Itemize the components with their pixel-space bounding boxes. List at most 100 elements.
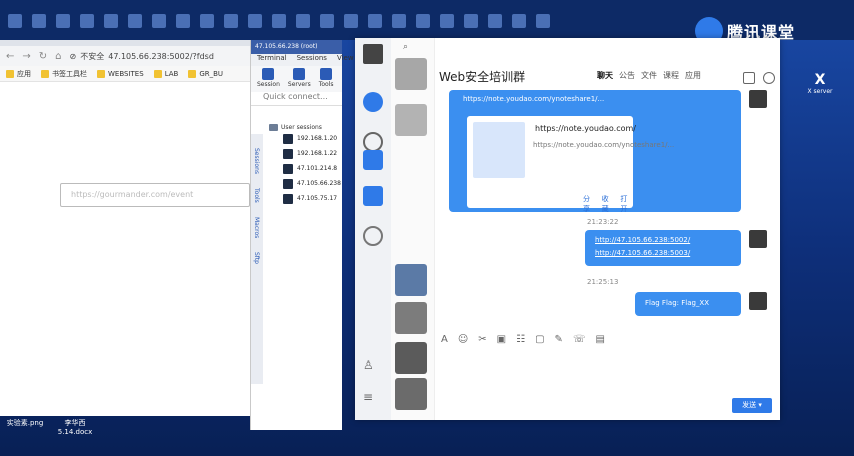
side-tab-macros[interactable]: Macros <box>253 217 260 238</box>
taskbar-icon[interactable] <box>416 14 430 28</box>
taskbar-icon[interactable] <box>296 14 310 28</box>
taskbar-icon[interactable] <box>392 14 406 28</box>
contacts-icon[interactable] <box>363 150 383 170</box>
home-icon[interactable]: ⌂ <box>55 51 61 62</box>
taskbar-icon[interactable] <box>104 14 118 28</box>
tools-button[interactable]: Tools <box>319 68 334 90</box>
page-url-input[interactable]: https://gourmander.com/event <box>60 183 250 207</box>
taskbar-icon[interactable] <box>512 14 526 28</box>
side-tab-tools[interactable]: Tools <box>253 188 260 203</box>
tab-courses[interactable]: 课程 <box>663 70 679 81</box>
add-contact-icon[interactable]: ♙ <box>363 358 383 378</box>
taskbar-icon[interactable] <box>152 14 166 28</box>
message-link[interactable]: https://note.youdao.com/ynoteshare1/... <box>463 94 733 104</box>
bookmark-apps[interactable]: 应用 <box>6 69 31 79</box>
taskbar-icon[interactable] <box>32 14 46 28</box>
search-icon[interactable]: ⌕ <box>403 42 408 52</box>
message-link[interactable]: http://47.105.66.238:5003/ <box>595 247 731 260</box>
sender-avatar[interactable] <box>749 90 767 108</box>
file-icon[interactable]: ☷ <box>516 334 525 345</box>
conversation-item[interactable] <box>395 302 427 334</box>
bookmark-toolbar[interactable]: 书签工具栏 <box>41 69 87 79</box>
desktop-file[interactable]: 实验素.png <box>2 418 48 428</box>
taskbar-icon[interactable] <box>56 14 70 28</box>
screenshot-icon[interactable]: ✂ <box>478 334 486 345</box>
menu-icon[interactable]: ≡ <box>363 390 383 410</box>
taskbar-icon[interactable] <box>176 14 190 28</box>
taskbar-icon[interactable] <box>200 14 214 28</box>
taskbar-icon[interactable] <box>8 14 22 28</box>
side-tab-sessions[interactable]: Sessions <box>253 148 260 174</box>
tab-chat[interactable]: 聊天 <box>597 70 613 81</box>
apps-icon <box>6 69 14 78</box>
timestamp: 21:23:22 <box>587 218 619 226</box>
messages-icon[interactable] <box>363 92 383 112</box>
session-button[interactable]: Session <box>257 68 280 90</box>
image-icon[interactable]: ▢ <box>535 334 544 345</box>
bookmark-lab[interactable]: LAB <box>153 69 178 78</box>
side-tab-sftp[interactable]: Sftp <box>253 252 260 264</box>
desktop-file[interactable]: 李华西 5.14.docx <box>52 418 98 436</box>
message-link[interactable]: http://47.105.66.238:5002/ <box>595 234 731 247</box>
menu-view[interactable]: View <box>337 54 354 66</box>
conversation-item[interactable] <box>395 58 427 90</box>
menu-sessions[interactable]: Sessions <box>297 54 327 66</box>
servers-button[interactable]: Servers <box>288 68 311 90</box>
address-url[interactable]: 47.105.66.238:5002/?fdsd <box>108 52 214 61</box>
mascot-icon[interactable] <box>363 226 383 246</box>
reload-icon[interactable]: ↻ <box>39 51 47 62</box>
back-arrow-icon[interactable]: ← <box>6 51 14 62</box>
taskbar: 腾讯课堂 <box>0 0 854 45</box>
menu-terminal[interactable]: Terminal <box>257 54 287 66</box>
phone-icon[interactable]: ☏ <box>573 334 586 345</box>
taskbar-icon[interactable] <box>368 14 382 28</box>
emoji-icon[interactable]: ☺ <box>458 334 468 345</box>
more-icon[interactable]: ▤ <box>595 334 604 345</box>
conversation-item[interactable] <box>395 104 427 136</box>
tab-announcement[interactable]: 公告 <box>619 70 635 81</box>
screen-share-icon[interactable] <box>743 72 755 84</box>
bookmark-gr-bu[interactable]: GR_BU <box>188 69 223 78</box>
session-group[interactable]: User sessions <box>269 124 343 131</box>
conversation-item[interactable] <box>395 264 427 296</box>
taskbar-icon[interactable] <box>440 14 454 28</box>
session-item[interactable]: 47.105.75.17 <box>269 191 343 206</box>
taskbar-icon[interactable] <box>224 14 238 28</box>
session-item[interactable]: 192.168.1.20 <box>269 131 343 146</box>
settings-icon[interactable] <box>763 72 775 84</box>
link-card-thumbnail <box>473 122 525 178</box>
x-server-shortcut[interactable]: X X server <box>800 72 840 95</box>
conversation-item[interactable] <box>395 342 427 374</box>
session-item[interactable]: 192.168.1.22 <box>269 146 343 161</box>
sticker-icon[interactable]: ▣ <box>497 334 506 345</box>
user-avatar[interactable] <box>363 44 383 64</box>
notification-icon[interactable] <box>363 186 383 206</box>
share-action[interactable]: 分享 <box>583 194 596 214</box>
taskbar-icon[interactable] <box>80 14 94 28</box>
font-icon[interactable]: A <box>441 334 448 345</box>
forward-arrow-icon[interactable]: → <box>22 51 30 62</box>
sender-avatar[interactable] <box>749 230 767 248</box>
bookmark-websites[interactable]: WEBSITES <box>97 69 144 78</box>
session-item[interactable]: 47.101.214.8 <box>269 161 343 176</box>
taskbar-icon[interactable] <box>536 14 550 28</box>
taskbar-icon[interactable] <box>344 14 358 28</box>
tab-files[interactable]: 文件 <box>641 70 657 81</box>
favorite-action[interactable]: 收藏 <box>602 194 615 214</box>
taskbar-icon[interactable] <box>464 14 478 28</box>
edit-icon[interactable]: ✎ <box>555 334 563 345</box>
cloud-icon[interactable] <box>363 132 383 152</box>
taskbar-icon[interactable] <box>320 14 334 28</box>
sender-avatar[interactable] <box>749 292 767 310</box>
conversation-item[interactable] <box>395 378 427 410</box>
open-action[interactable]: 打开 <box>620 194 633 214</box>
session-item[interactable]: 47.105.66.238 <box>269 176 343 191</box>
tab-apps[interactable]: 应用 <box>685 70 701 81</box>
taskbar-icon[interactable] <box>488 14 502 28</box>
taskbar-icon[interactable] <box>128 14 142 28</box>
taskbar-icon[interactable] <box>248 14 262 28</box>
taskbar-icon[interactable] <box>272 14 286 28</box>
send-button[interactable]: 发送 ▾ <box>732 398 772 413</box>
quick-connect-input[interactable]: Quick connect... <box>251 92 342 106</box>
link-card[interactable]: https://note.youdao.com/ https://note.yo… <box>467 116 674 213</box>
